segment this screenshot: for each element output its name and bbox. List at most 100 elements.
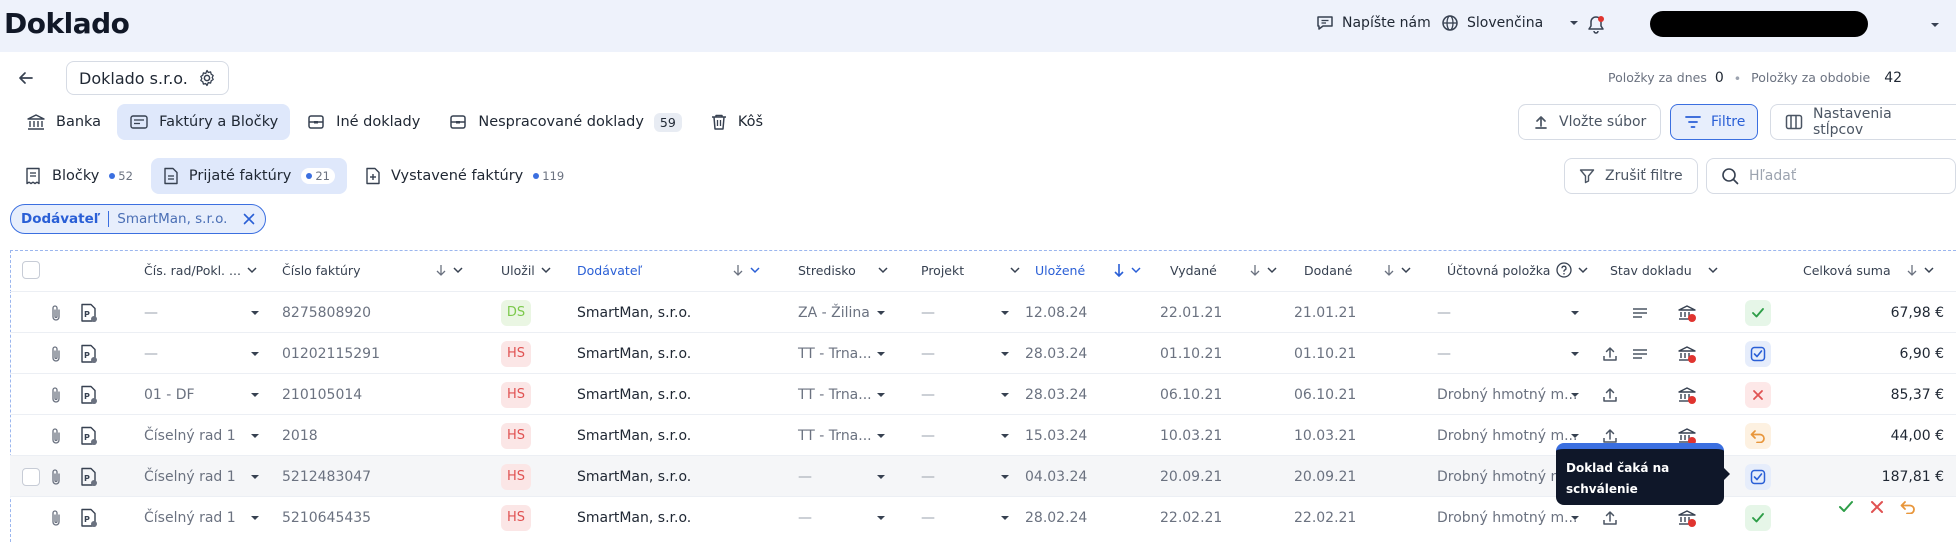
export-upload-icon[interactable] — [1602, 374, 1618, 415]
project-dropdown-caret-icon[interactable] — [1000, 456, 1010, 497]
col-status[interactable]: Stav dokladu — [1610, 252, 1692, 288]
tab-blocky[interactable]: Bločky 52 — [12, 158, 145, 194]
column-settings-button[interactable]: Nastavenia stĺpcov — [1770, 104, 1956, 140]
notifications-bell-icon[interactable] — [1586, 15, 1606, 35]
series-dropdown-caret-icon[interactable] — [250, 374, 260, 415]
col-supplier[interactable]: Dodávateľ — [577, 252, 642, 288]
language-selector[interactable]: Slovenčina — [1441, 14, 1579, 32]
col-project[interactable]: Projekt — [921, 252, 964, 288]
project-dropdown-caret-icon[interactable] — [1000, 292, 1010, 333]
col-delivered-sort[interactable] — [1383, 252, 1411, 288]
reject-x-icon[interactable] — [1870, 500, 1884, 514]
col-saved-by[interactable]: Uložil — [501, 252, 551, 288]
project-dropdown-caret-icon[interactable] — [1000, 374, 1010, 415]
tab-kos[interactable]: Kôš — [698, 104, 775, 140]
attachment-paperclip-icon[interactable] — [50, 333, 62, 374]
notes-lines-icon[interactable] — [1632, 292, 1648, 333]
row-checkbox[interactable] — [22, 456, 40, 497]
status-approved-icon[interactable] — [1745, 497, 1771, 538]
col-project-menu[interactable] — [1010, 252, 1020, 288]
user-account-menu[interactable] — [1650, 11, 1868, 37]
status-approved-icon[interactable] — [1745, 292, 1771, 333]
series-dropdown-caret-icon[interactable] — [250, 415, 260, 456]
table-row[interactable]: P 01 - DF 210105014 HS SmartMan, s.r.o. TT - … — [10, 373, 1956, 414]
bank-sync-status-icon[interactable] — [1676, 333, 1698, 374]
col-series[interactable]: Čís. rad/Pokl. ... — [144, 252, 257, 288]
status-pending-approval-icon[interactable] — [1745, 456, 1771, 497]
col-issued[interactable]: Vydané — [1170, 252, 1217, 288]
tab-prijate-faktury[interactable]: Prijaté faktúry 21 — [150, 158, 347, 194]
notes-lines-icon[interactable] — [1632, 333, 1648, 374]
tab-faktury-a-blocky[interactable]: Faktúry a Bločky — [117, 104, 291, 140]
center-dropdown-caret-icon[interactable] — [876, 374, 886, 415]
tab-ine-doklady[interactable]: Iné doklady — [294, 104, 432, 140]
status-returned-icon[interactable] — [1745, 415, 1771, 456]
col-total[interactable]: Celková suma — [1803, 252, 1891, 288]
project-dropdown-caret-icon[interactable] — [1000, 415, 1010, 456]
series-dropdown-caret-icon[interactable] — [250, 292, 260, 333]
center-dropdown-caret-icon[interactable] — [876, 333, 886, 374]
col-total-sort[interactable] — [1906, 252, 1934, 288]
upload-file-button[interactable]: Vložte súbor — [1518, 104, 1662, 140]
attachment-paperclip-icon[interactable] — [50, 497, 62, 538]
center-dropdown-caret-icon[interactable] — [876, 497, 886, 538]
account-dropdown-caret-icon[interactable] — [1570, 374, 1580, 415]
col-supplier-sort[interactable] — [732, 252, 760, 288]
active-filter-chip[interactable]: Dodávateľ SmartMan, s.r.o. — [10, 204, 267, 234]
table-row[interactable]: P — 8275808920 DS SmartMan, s.r.o. ZA - Žilin… — [10, 291, 1956, 332]
account-dropdown-caret-icon[interactable] — [1570, 292, 1580, 333]
series-dropdown-caret-icon[interactable] — [250, 456, 260, 497]
col-center[interactable]: Stredisko — [798, 252, 856, 288]
col-saved-sort[interactable] — [1113, 252, 1141, 288]
search-input[interactable]: Hľadať — [1706, 158, 1956, 194]
attachment-paperclip-icon[interactable] — [50, 374, 62, 415]
tab-nespracovane[interactable]: Nespracované doklady 59 — [436, 104, 693, 140]
center-dropdown-caret-icon[interactable] — [876, 415, 886, 456]
col-account[interactable]: Účtovná položka — [1447, 252, 1588, 288]
contact-button[interactable]: Napíšte nám — [1316, 14, 1431, 32]
status-pending-approval-icon[interactable] — [1745, 333, 1771, 374]
export-upload-icon[interactable] — [1602, 333, 1618, 374]
pdf-document-icon[interactable]: P — [80, 497, 98, 538]
col-status-menu[interactable] — [1708, 252, 1718, 288]
project-dropdown-caret-icon[interactable] — [1000, 497, 1010, 538]
tab-banka[interactable]: Banka — [14, 104, 113, 140]
attachment-paperclip-icon[interactable] — [50, 456, 62, 497]
table-row[interactable]: P — 01202115291 HS SmartMan, s.r.o. TT - Trna… — [10, 332, 1956, 373]
series-dropdown-caret-icon[interactable] — [250, 497, 260, 538]
pdf-document-icon[interactable]: P — [80, 456, 98, 497]
project-dropdown-caret-icon[interactable] — [1000, 333, 1010, 374]
gear-icon[interactable] — [198, 69, 216, 87]
pdf-document-icon[interactable]: P — [80, 374, 98, 415]
pdf-document-icon[interactable]: P — [80, 333, 98, 374]
bank-sync-status-icon[interactable] — [1676, 292, 1698, 333]
bank-sync-status-icon[interactable] — [1676, 374, 1698, 415]
center-dropdown-caret-icon[interactable] — [876, 456, 886, 497]
filters-button[interactable]: Filtre — [1670, 104, 1758, 140]
pdf-document-icon[interactable]: P — [80, 292, 98, 333]
col-invoice-sort[interactable] — [435, 252, 463, 288]
return-arrow-icon[interactable] — [1900, 500, 1916, 514]
select-all-checkbox[interactable] — [22, 252, 40, 288]
close-icon[interactable] — [243, 213, 255, 225]
tab-vystavene-faktury[interactable]: Vystavené faktúry 119 — [353, 158, 576, 194]
attachment-paperclip-icon[interactable] — [50, 415, 62, 456]
col-issued-sort[interactable] — [1249, 252, 1277, 288]
company-selector[interactable]: Doklado s.r.o. — [66, 61, 229, 95]
status-rejected-icon[interactable] — [1745, 374, 1771, 415]
center-dropdown-caret-icon[interactable] — [876, 292, 886, 333]
attachment-paperclip-icon[interactable] — [50, 292, 62, 333]
filter-lines-icon — [1685, 115, 1701, 129]
series-dropdown-caret-icon[interactable] — [250, 333, 260, 374]
col-center-menu[interactable] — [878, 252, 888, 288]
account-dropdown-caret-icon[interactable] — [1570, 333, 1580, 374]
clear-filters-button[interactable]: Zrušiť filtre — [1564, 158, 1698, 194]
pdf-document-icon[interactable]: P — [80, 415, 98, 456]
account-caret-down-icon[interactable] — [1930, 21, 1940, 29]
back-arrow-icon[interactable] — [16, 68, 36, 88]
col-delivered[interactable]: Dodané — [1304, 252, 1352, 288]
col-saved[interactable]: Uložené — [1035, 252, 1085, 288]
col-invoice-number[interactable]: Číslo faktúry — [282, 252, 360, 288]
approve-check-icon[interactable] — [1838, 500, 1854, 514]
app-logo[interactable]: Doklado — [4, 7, 130, 40]
